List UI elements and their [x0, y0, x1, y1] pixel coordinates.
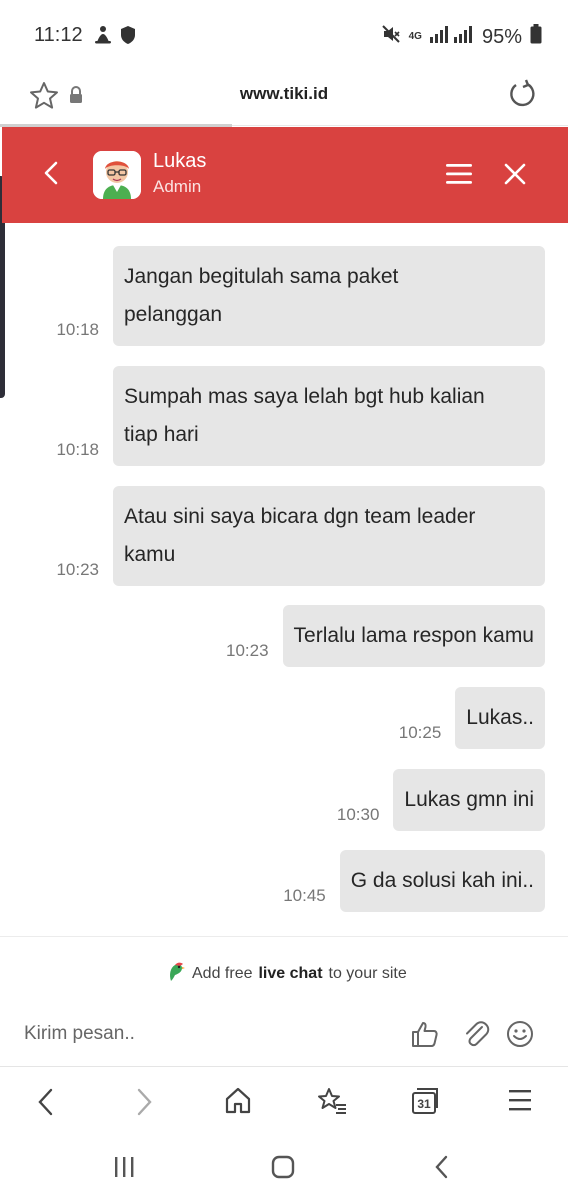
chat-header: Lukas Admin [2, 127, 568, 223]
browser-toolbar: 31 [0, 1066, 568, 1138]
message-time: 10:23 [56, 560, 99, 579]
back-arrow-icon[interactable] [34, 1086, 58, 1123]
message-bubble[interactable]: Atau sini saya bicara dgn team leader ka… [113, 486, 545, 586]
home-icon[interactable] [224, 1086, 252, 1121]
message-text-line: Lukas.. [466, 706, 534, 729]
tabs-count: 31 [417, 1097, 431, 1111]
url-text[interactable]: www.tiki.id [0, 84, 568, 104]
back-icon[interactable] [40, 159, 64, 192]
menu-icon[interactable] [444, 161, 474, 192]
message-text-line: Jangan begitulah sama paket [124, 265, 399, 288]
recents-icon[interactable] [112, 1154, 136, 1185]
message-row: 10:18 Jangan begitulah sama paket pelang… [56, 246, 545, 346]
message-row: 10:23 Atau sini saya bicara dgn team lea… [56, 486, 545, 586]
parrot-icon [164, 959, 186, 988]
branding-bold[interactable]: live chat [258, 965, 322, 983]
message-input[interactable] [24, 1018, 374, 1050]
reload-icon[interactable] [506, 78, 538, 115]
message-bubble[interactable]: Terlalu lama respon kamu [282, 605, 545, 667]
message-row: 10:30 Lukas gmn ini [337, 769, 545, 831]
message-time: 10:30 [336, 805, 380, 824]
message-bubble[interactable]: Lukas.. [455, 687, 545, 749]
url-bar[interactable]: www.tiki.id [0, 72, 568, 126]
message-text-line: pelanggan [124, 303, 223, 326]
mute-icon [381, 24, 401, 50]
battery-percent: 95% [481, 25, 522, 48]
message-time: 10:18 [56, 320, 99, 339]
message-row: 10:18 Sumpah mas saya lelah bgt hub kali… [56, 366, 545, 466]
message-text-line: Terlalu lama respon kamu [293, 624, 534, 647]
agent-role: Admin [153, 177, 202, 196]
message-time: 10:18 [56, 440, 99, 459]
message-text-line: tiap hari [124, 423, 199, 446]
status-bar: 11:12 4G 95% [0, 0, 568, 72]
signal-icon [429, 25, 474, 49]
tabs-icon[interactable]: 31 [410, 1086, 440, 1116]
status-time: 11:12 [34, 24, 83, 46]
message-bubble[interactable]: Lukas gmn ini [393, 769, 545, 831]
message-row: 10:23 Terlalu lama respon kamu [226, 605, 545, 667]
forward-arrow-icon[interactable] [132, 1086, 156, 1123]
message-text-line: G da solusi kah ini.. [350, 869, 534, 892]
close-icon[interactable] [502, 161, 528, 192]
menu-icon[interactable] [507, 1086, 533, 1119]
message-bubble[interactable]: G da solusi kah ini.. [339, 850, 545, 912]
bookmarks-icon[interactable] [316, 1086, 348, 1121]
message-composer [0, 1004, 568, 1066]
avatar [93, 151, 141, 199]
system-navigation-bar [0, 1138, 568, 1200]
message-text-line: Sumpah mas saya lelah bgt hub kalian [124, 385, 485, 408]
message-row: 10:25 Lukas.. [399, 687, 545, 749]
message-text-line: kamu [124, 543, 176, 566]
shield-icon [120, 25, 136, 50]
back-icon[interactable] [430, 1154, 454, 1185]
agent-name: Lukas [153, 150, 207, 172]
battery-icon [530, 24, 542, 50]
message-text-line: Atau sini saya bicara dgn team leader [124, 505, 476, 528]
paperclip-icon[interactable] [462, 1019, 490, 1054]
branding-prefix: Add free [192, 964, 253, 982]
branding-suffix: to your site [328, 964, 407, 982]
message-bubble[interactable]: Jangan begitulah sama paket pelanggan [113, 246, 545, 346]
thumbs-up-icon[interactable] [410, 1019, 440, 1054]
message-row: 10:45 G da solusi kah ini.. [283, 850, 545, 912]
message-list[interactable]: 10:18 Jangan begitulah sama paket pelang… [0, 223, 568, 935]
message-bubble[interactable]: Sumpah mas saya lelah bgt hub kalian tia… [113, 366, 545, 466]
message-time: 10:25 [398, 723, 442, 742]
home-button-icon[interactable] [270, 1154, 296, 1185]
branding-footer[interactable]: Add free live chat to your site [0, 936, 568, 1004]
meditation-icon [94, 25, 112, 50]
message-text-line: Lukas gmn ini [404, 788, 534, 811]
message-time: 10:23 [226, 641, 269, 660]
message-time: 10:45 [283, 886, 326, 905]
network-label: 4G [408, 31, 422, 42]
emoji-icon[interactable] [506, 1020, 534, 1053]
